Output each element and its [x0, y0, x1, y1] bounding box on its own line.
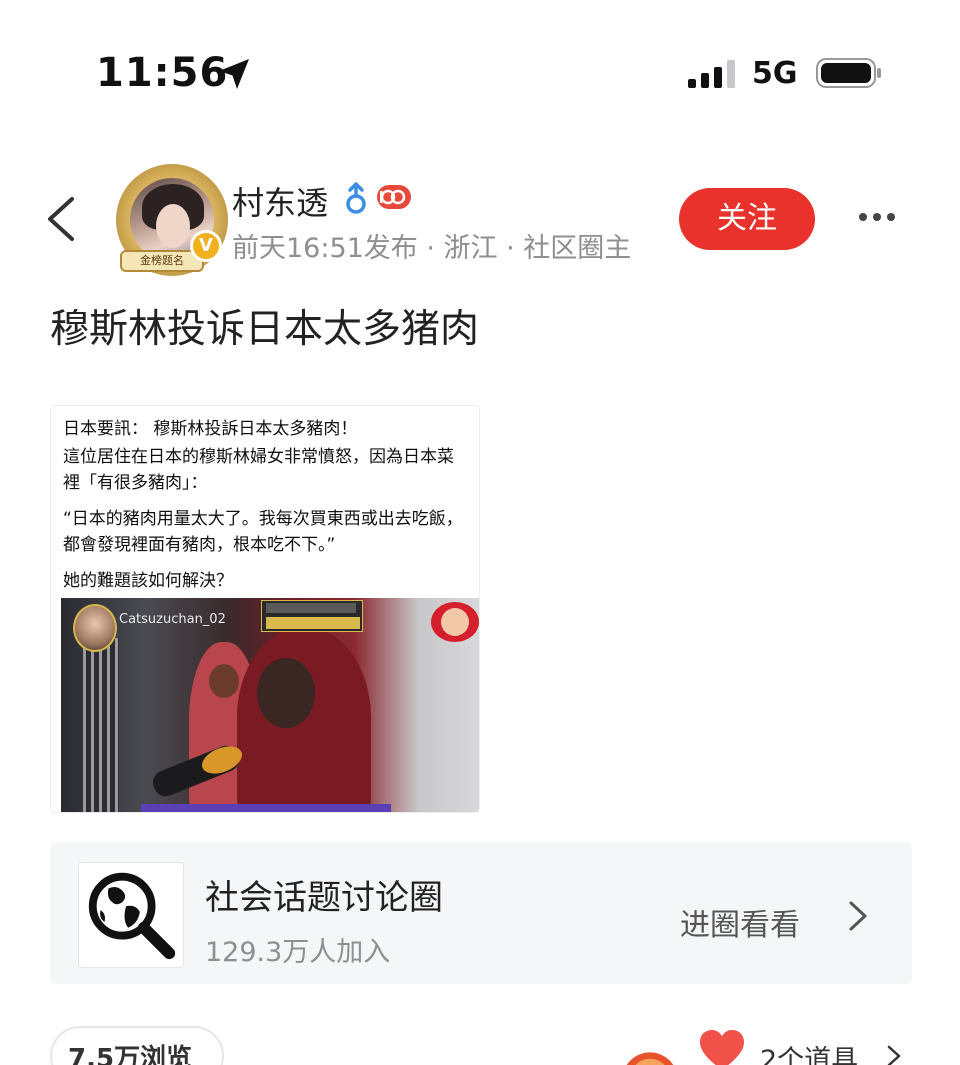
image-text-line: “日本的豬肉用量太大了。我每次買東西或出去吃飯，: [63, 509, 463, 529]
tv-host-portrait: [73, 604, 117, 652]
post-title: 穆斯林投诉日本太多猪肉: [50, 307, 480, 352]
enter-circle-button[interactable]: 进圈看看: [680, 900, 800, 944]
tv-subtitle-bar: [141, 804, 391, 812]
circle-members: 129.3万人加入: [205, 937, 391, 968]
post-image[interactable]: 日本要訊： 穆斯林投訴日本太多豬肉！ 這位居住在日本的穆斯林婦女非常憤怒，因為日…: [50, 405, 480, 813]
follow-button[interactable]: 关注: [679, 188, 815, 250]
fan-prop-icon[interactable]: [620, 1032, 680, 1065]
tv-caption: [261, 600, 363, 632]
heart-prop-icon[interactable]: [698, 1028, 746, 1065]
back-icon[interactable]: [44, 196, 78, 242]
news-photo: Catsuzuchan_02: [61, 598, 479, 812]
network-type: 5G: [752, 56, 798, 91]
props-count[interactable]: 2个道具: [760, 1038, 858, 1065]
chevron-right-icon[interactable]: [886, 1044, 902, 1065]
image-text-line: 裡「有很多豬肉」：: [63, 473, 208, 493]
verified-badge-icon: V: [190, 230, 222, 262]
status-time: 11:56: [96, 50, 229, 96]
male-gender-icon: ♂: [346, 182, 366, 214]
post-meta: 前天16:51发布 · 浙江 · 社区圈主: [232, 233, 632, 264]
level-badge-icon: [377, 185, 411, 209]
image-text-line: 都會發現裡面有豬肉，根本吃不下。”: [63, 535, 336, 555]
photo-watermark: Catsuzuchan_02: [119, 612, 226, 627]
circle-name: 社会话题讨论圈: [205, 878, 443, 918]
location-arrow-icon: [219, 59, 249, 89]
battery-icon: [816, 58, 881, 88]
views-count: 7.5万浏览: [68, 1044, 193, 1065]
chevron-right-icon[interactable]: [848, 900, 868, 932]
signal-icon: [688, 60, 735, 88]
image-text-line: 日本要訊： 穆斯林投訴日本太多豬肉！: [63, 419, 358, 439]
image-text-line: 這位居住在日本的穆斯林婦女非常憤怒，因為日本菜: [63, 447, 454, 467]
username[interactable]: 村东透: [232, 178, 328, 224]
globe-magnifier-icon: [78, 862, 184, 968]
more-icon[interactable]: [858, 206, 896, 228]
image-text-line: 她的難題該如何解決？: [63, 571, 233, 591]
